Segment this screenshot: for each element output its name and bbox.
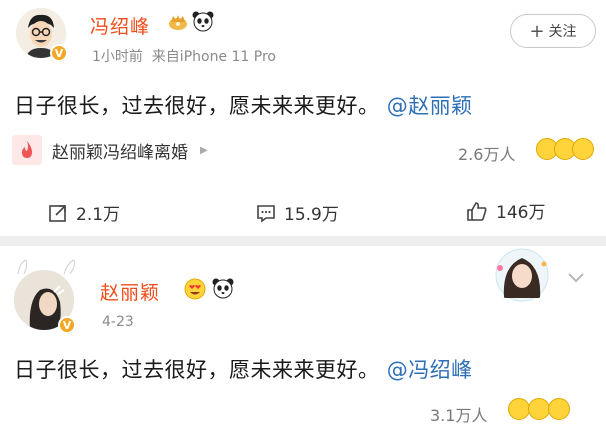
surprised-emoji-icon xyxy=(548,398,570,420)
repost-icon xyxy=(49,204,66,222)
comment-icon xyxy=(257,204,275,223)
comment-button[interactable]: 15.9万 xyxy=(256,200,339,225)
verified-badge-icon: V xyxy=(50,44,68,62)
like-count: 146万 xyxy=(496,203,546,223)
post-meta: 1小时前 来自iPhone 11 Pro xyxy=(92,49,276,65)
hot-topic-link[interactable]: 赵丽颖冯绍峰离婚 ▶ xyxy=(12,134,208,166)
like-button[interactable]: 146万 xyxy=(466,198,545,223)
reaction-emojis[interactable] xyxy=(508,396,580,424)
post-divider xyxy=(0,236,606,246)
post-text-body: 日子很长，过去很好，愿未来来更好。 xyxy=(14,94,380,118)
post-text-body: 日子很长，过去很好，愿未来来更好。 xyxy=(14,358,380,382)
hot-topic-icon xyxy=(12,135,42,165)
repost-count: 2.1万 xyxy=(76,205,121,225)
repost-button[interactable]: 2.1万 xyxy=(48,200,120,225)
grinning-emoji-icon xyxy=(528,398,550,420)
avatar-pendant xyxy=(490,248,554,302)
author-name[interactable]: 冯绍峰 xyxy=(90,12,150,39)
verified-badge-icon: V xyxy=(58,316,76,334)
laughing-emoji-icon xyxy=(508,398,530,420)
panda-icon xyxy=(212,277,234,299)
comment-count: 15.9万 xyxy=(284,205,339,225)
mention-link[interactable]: @冯绍峰 xyxy=(387,358,473,382)
reaction-count[interactable]: 2.6万人 xyxy=(458,141,515,165)
post-text: 日子很长，过去很好，愿未来来更好。 @冯绍峰 xyxy=(14,354,473,384)
thumbs-up-icon xyxy=(467,201,487,221)
follow-button[interactable]: + 关注 xyxy=(510,14,596,48)
reaction-emojis[interactable] xyxy=(536,136,600,164)
chevron-down-icon[interactable] xyxy=(566,270,586,284)
post-meta: 4-23 xyxy=(102,314,134,330)
reaction-count[interactable]: 3.1万人 xyxy=(430,402,487,426)
hot-topic-label: 赵丽颖冯绍峰离婚 xyxy=(52,142,188,163)
author-name[interactable]: 赵丽颖 xyxy=(100,278,160,305)
follow-label: 关注 xyxy=(548,24,577,40)
post-text: 日子很长，过去很好，愿未来来更好。 @赵丽颖 xyxy=(14,90,473,120)
chevron-right-icon: ▶ xyxy=(200,144,208,156)
panda-icon xyxy=(192,10,214,32)
mention-link[interactable]: @赵丽颖 xyxy=(387,94,473,118)
bunny-ears-icon xyxy=(17,259,75,275)
grinning-emoji-icon xyxy=(572,138,594,160)
heart-eyes-emoji-icon xyxy=(184,278,206,300)
crown-icon xyxy=(168,13,188,31)
plus-icon: + xyxy=(529,20,545,42)
